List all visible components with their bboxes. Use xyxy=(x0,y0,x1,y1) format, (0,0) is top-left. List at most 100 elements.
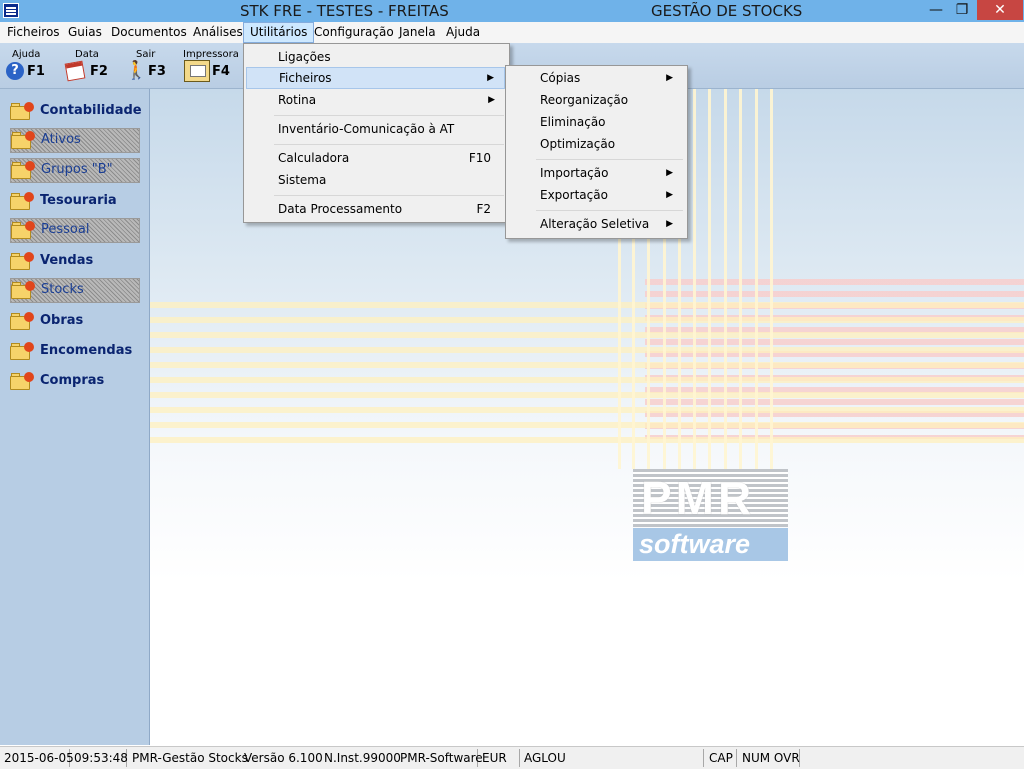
folder-icon xyxy=(11,221,35,239)
folder-icon xyxy=(10,192,34,210)
submenu-arrow-icon: ▶ xyxy=(487,73,494,83)
menu-item-sistema[interactable]: Sistema xyxy=(246,169,505,191)
exit-key: F3 xyxy=(148,64,166,79)
menu-item-label: Reorganização xyxy=(540,93,629,107)
menu-bar: Ficheiros Guias Documentos Análises Util… xyxy=(0,22,1024,44)
sidebar-item-compras[interactable]: Compras xyxy=(10,370,140,392)
menu-analises[interactable]: Análises xyxy=(187,22,249,43)
window-title: STK FRE - TESTES - FREITAS xyxy=(240,2,449,20)
submenu-arrow-icon: ▶ xyxy=(666,73,673,83)
menu-item-shortcut: F10 xyxy=(468,151,491,165)
sidebar-item-label: Ativos xyxy=(41,132,81,147)
exit-label: Sair xyxy=(136,49,156,60)
menu-item-label: Rotina xyxy=(278,93,317,107)
menu-item-label: Ligações xyxy=(278,50,331,64)
status-user: AGLOU xyxy=(520,749,704,767)
sidebar-item-label: Pessoal xyxy=(41,222,90,237)
menu-configuracao[interactable]: Configuração xyxy=(308,22,400,43)
printer-icon xyxy=(184,60,210,82)
folder-icon xyxy=(10,312,34,330)
menu-item-label: Eliminação xyxy=(540,115,606,129)
sidebar-item-tesouraria[interactable]: Tesouraria xyxy=(10,190,140,212)
menu-item-ficheiros[interactable]: Ficheiros ▶ xyxy=(246,67,505,89)
help-key: F1 xyxy=(27,64,45,79)
submenu-item-eliminacao[interactable]: Eliminação xyxy=(508,111,683,133)
submenu-item-copias[interactable]: Cópias ▶ xyxy=(508,67,683,89)
utilitarios-menu: Ligações Ficheiros ▶ Rotina ▶ Inventário… xyxy=(243,43,510,223)
ficheiros-submenu: Cópias ▶ Reorganização Eliminação Optimi… xyxy=(505,65,688,239)
exit-person-icon: 🚶 xyxy=(125,60,148,81)
printer-label: Impressora xyxy=(183,49,239,60)
submenu-item-alteracao-seletiva[interactable]: Alteração Seletiva ▶ xyxy=(508,213,683,235)
menu-item-shortcut: F2 xyxy=(476,202,491,216)
menu-utilitarios[interactable]: Utilitários xyxy=(243,22,315,43)
menu-item-label: Optimização xyxy=(540,137,616,151)
submenu-item-exportacao[interactable]: Exportação ▶ xyxy=(508,184,683,206)
sidebar-item-vendas[interactable]: Vendas xyxy=(10,250,140,272)
status-cap: CAP xyxy=(705,749,737,767)
calendar-icon xyxy=(64,60,86,82)
sidebar-item-label: Grupos "B" xyxy=(41,162,113,177)
sidebar-item-grupos-b[interactable]: Grupos "B" xyxy=(10,158,140,183)
exit-button[interactable]: Sair 🚶 F3 xyxy=(125,47,166,85)
menu-item-label: Cópias xyxy=(540,71,581,85)
sidebar-item-label: Obras xyxy=(40,313,84,328)
app-title: GESTÃO DE STOCKS xyxy=(651,2,803,20)
printer-button[interactable]: Impressora F4 xyxy=(183,47,239,85)
help-icon: ? xyxy=(6,62,24,80)
menu-item-label: Data Processamento xyxy=(278,202,403,216)
menu-item-inventario-at[interactable]: Inventário-Comunicação à AT xyxy=(246,118,505,140)
menu-item-label: Importação xyxy=(540,166,609,180)
sidebar-item-stocks[interactable]: Stocks xyxy=(10,278,140,303)
sidebar-item-label: Vendas xyxy=(40,253,94,268)
status-num-ovr: NUM OVR xyxy=(738,749,800,767)
menu-item-label: Inventário-Comunicação à AT xyxy=(278,122,455,136)
folder-icon xyxy=(10,252,34,270)
menu-item-calculadora[interactable]: Calculadora F10 xyxy=(246,147,505,169)
printer-key: F4 xyxy=(212,64,230,79)
sidebar-item-pessoal[interactable]: Pessoal xyxy=(10,218,140,243)
menu-item-ligacoes[interactable]: Ligações xyxy=(246,46,505,68)
menu-item-data-processamento[interactable]: Data Processamento F2 xyxy=(246,198,505,220)
menu-documentos[interactable]: Documentos xyxy=(105,22,193,43)
restore-button[interactable]: ❐ xyxy=(946,0,978,20)
menu-separator xyxy=(274,115,504,116)
submenu-arrow-icon: ▶ xyxy=(666,219,673,229)
menu-item-label: Alteração Seletiva xyxy=(540,217,650,231)
menu-item-label: Sistema xyxy=(278,173,327,187)
date-label: Data xyxy=(75,49,99,60)
help-button[interactable]: Ajuda ? F1 xyxy=(6,47,46,85)
sidebar-item-encomendas[interactable]: Encomendas xyxy=(10,340,140,362)
menu-item-label: Exportação xyxy=(540,188,608,202)
status-bar: 2015-06-05 09:53:48 PMR-Gestão Stocks Ve… xyxy=(0,746,1024,769)
menu-separator xyxy=(536,159,683,160)
menu-item-label: Ficheiros xyxy=(279,71,332,85)
menu-item-rotina[interactable]: Rotina ▶ xyxy=(246,89,505,111)
folder-icon xyxy=(11,161,35,179)
menu-ajuda[interactable]: Ajuda xyxy=(440,22,486,43)
sidebar-item-label: Tesouraria xyxy=(40,193,117,208)
menu-separator xyxy=(536,210,683,211)
app-icon[interactable] xyxy=(3,3,19,18)
date-button[interactable]: Data F2 xyxy=(64,47,110,85)
sidebar-item-ativos[interactable]: Ativos xyxy=(10,128,140,153)
submenu-item-reorganizacao[interactable]: Reorganização xyxy=(508,89,683,111)
sidebar-item-contabilidade[interactable]: Contabilidade xyxy=(10,100,142,122)
status-time: 09:53:48 xyxy=(70,749,128,767)
submenu-item-importacao[interactable]: Importação ▶ xyxy=(508,162,683,184)
menu-guias[interactable]: Guias xyxy=(62,22,108,43)
sidebar: Contabilidade Ativos Grupos "B" Tesourar… xyxy=(0,89,150,745)
help-label: Ajuda xyxy=(12,49,41,60)
sidebar-item-label: Compras xyxy=(40,373,105,388)
menu-janela[interactable]: Janela xyxy=(393,22,442,43)
submenu-item-optimizacao[interactable]: Optimização xyxy=(508,133,683,155)
status-currency: EUR xyxy=(478,749,520,767)
folder-icon xyxy=(11,281,35,299)
submenu-arrow-icon: ▶ xyxy=(666,168,673,178)
sidebar-item-label: Encomendas xyxy=(40,343,133,358)
close-button[interactable]: ✕ xyxy=(977,0,1023,20)
submenu-arrow-icon: ▶ xyxy=(666,190,673,200)
menu-ficheiros[interactable]: Ficheiros xyxy=(1,22,66,43)
sidebar-item-obras[interactable]: Obras xyxy=(10,310,140,332)
folder-icon xyxy=(11,131,35,149)
